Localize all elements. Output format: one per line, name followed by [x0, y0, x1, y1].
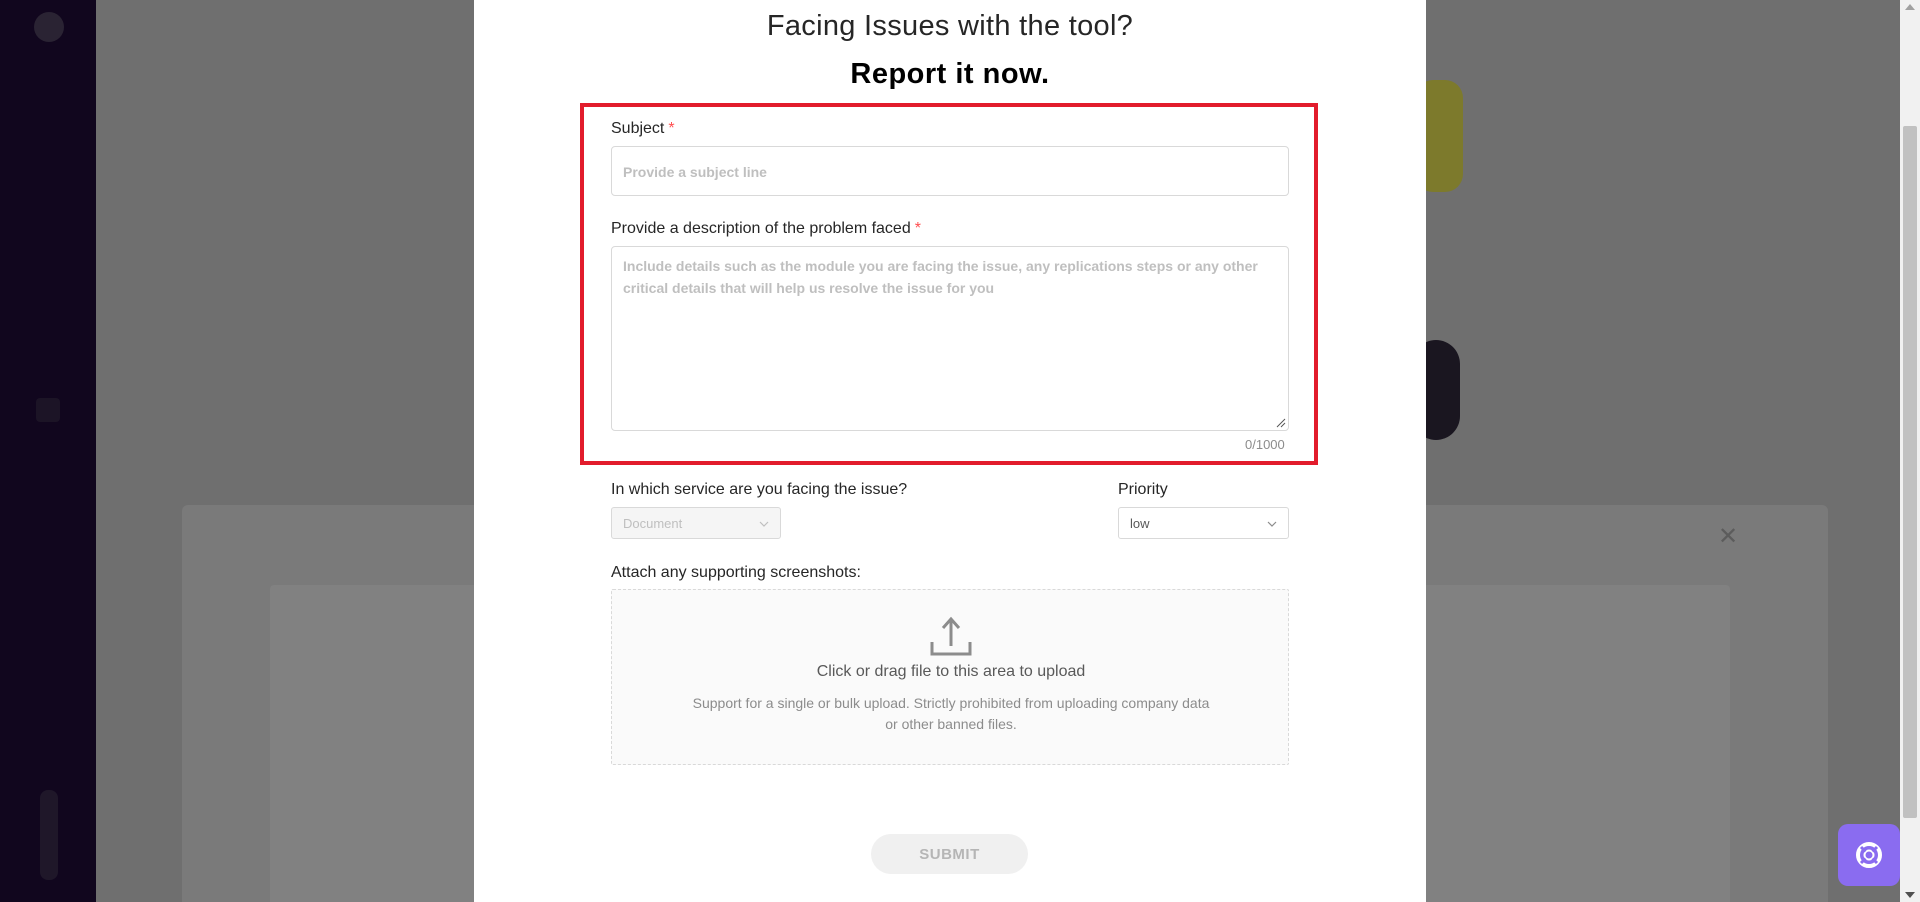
service-label: In which service are you facing the issu… — [611, 481, 908, 498]
required-mark: * — [914, 220, 921, 237]
background-sidebar — [0, 0, 96, 902]
background-close-icon: ✕ — [1718, 523, 1739, 550]
upload-icon — [930, 616, 972, 656]
priority-select[interactable]: low — [1118, 507, 1289, 539]
scrollbar[interactable] — [1900, 0, 1920, 902]
chevron-down-icon — [1267, 521, 1277, 527]
background-sidebar-footer — [40, 790, 58, 880]
scroll-down-arrow-icon[interactable] — [1905, 892, 1915, 898]
upload-drop-text: Click or drag file to this area to uploa… — [816, 663, 1086, 680]
help-button[interactable] — [1838, 824, 1900, 886]
upload-dropzone[interactable]: Click or drag file to this area to uploa… — [611, 589, 1289, 765]
subject-input[interactable]: Provide a subject line — [611, 146, 1289, 196]
service-select[interactable]: Document — [611, 507, 781, 539]
background-logo — [34, 12, 64, 42]
priority-selected-value: low — [1130, 516, 1150, 531]
modal-title: Facing Issues with the tool? — [766, 10, 1134, 42]
subject-label-text: Subject — [611, 120, 665, 137]
background-nav-item — [36, 398, 60, 422]
attachments-label: Attach any supporting screenshots: — [611, 564, 861, 581]
modal-subtitle: Report it now. — [850, 58, 1050, 90]
subject-placeholder: Provide a subject line — [623, 164, 767, 180]
scroll-thumb[interactable] — [1903, 126, 1917, 818]
chevron-down-icon — [759, 521, 769, 527]
description-label: Provide a description of the problem fac… — [611, 220, 921, 238]
description-label-text: Provide a description of the problem fac… — [611, 220, 911, 237]
subject-label: Subject * — [611, 120, 675, 138]
resize-handle-icon[interactable] — [1276, 418, 1286, 428]
submit-button[interactable]: SUBMIT — [871, 834, 1028, 874]
description-placeholder: Include details such as the module you a… — [623, 258, 1258, 296]
character-counter: 0/1000 — [1245, 437, 1285, 452]
upload-hint: Support for a single or bulk upload. Str… — [692, 695, 1210, 732]
report-issue-modal: Facing Issues with the tool? Report it n… — [474, 0, 1426, 902]
scroll-up-arrow-icon[interactable] — [1905, 4, 1915, 10]
screen: ✕ Facing Issues with the tool? Report it… — [0, 0, 1920, 902]
description-textarea[interactable]: Include details such as the module you a… — [611, 246, 1289, 431]
priority-label: Priority — [1118, 481, 1168, 498]
lifebuoy-icon — [1856, 842, 1882, 868]
service-selected-value: Document — [623, 516, 683, 531]
required-mark: * — [668, 120, 675, 137]
